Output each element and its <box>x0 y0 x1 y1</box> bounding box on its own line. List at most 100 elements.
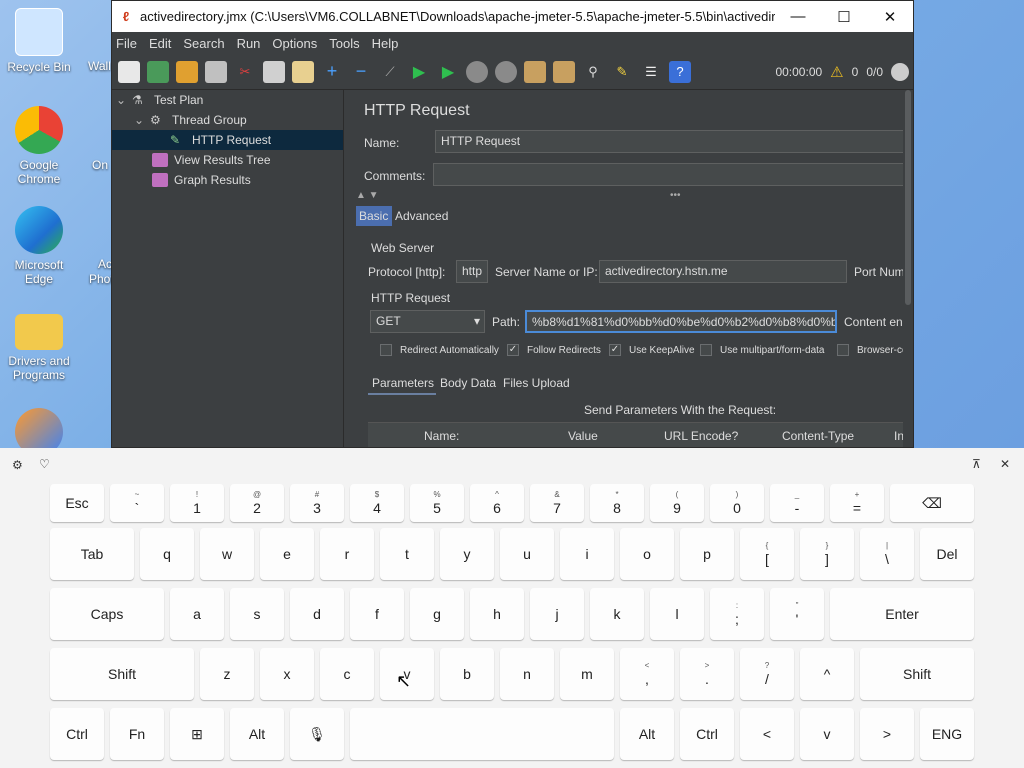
close-button[interactable]: ✕ <box>867 8 913 26</box>
shutdown-icon[interactable] <box>495 60 517 83</box>
key-t[interactable]: t <box>380 528 434 580</box>
key-space[interactable] <box>350 708 614 760</box>
key-c[interactable]: c <box>320 648 374 700</box>
protocol-field[interactable]: http <box>456 260 488 283</box>
key-symbol[interactable]: >. <box>680 648 734 700</box>
key-s[interactable]: s <box>230 588 284 640</box>
reset-search-icon[interactable]: ✎ <box>611 61 633 83</box>
tree-item-thread-group[interactable]: ⌄ ⚙ Thread Group <box>112 110 343 130</box>
key-g[interactable]: g <box>410 588 464 640</box>
clear-all-icon[interactable] <box>553 60 575 83</box>
collapse-icon[interactable]: − <box>350 61 372 83</box>
comments-field[interactable] <box>433 163 904 186</box>
templates-icon[interactable] <box>147 60 169 83</box>
clear-icon[interactable] <box>524 60 546 83</box>
key-symbol[interactable]: <, <box>620 648 674 700</box>
paste-icon[interactable] <box>292 60 314 83</box>
key-x[interactable]: x <box>260 648 314 700</box>
key-z[interactable]: z <box>200 648 254 700</box>
menu-search[interactable]: Search <box>183 36 224 51</box>
desktop-icon-chrome[interactable]: Google Chrome <box>0 106 78 186</box>
key-symbol[interactable]: | \ <box>860 528 914 580</box>
key-w[interactable]: w <box>200 528 254 580</box>
drag-handle-icon[interactable]: ••• <box>670 190 681 201</box>
open-icon[interactable] <box>176 60 198 83</box>
menu-file[interactable]: File <box>116 36 137 51</box>
collapse-arrows-icon[interactable]: ▲ ▼ <box>356 190 379 201</box>
key-4[interactable]: $4 <box>350 484 404 522</box>
toggle-icon[interactable]: ⟋ <box>379 61 401 83</box>
key-symbol[interactable]: 🎙 <box>290 708 344 760</box>
function-helper-icon[interactable]: ☰ <box>640 61 662 83</box>
stop-icon[interactable] <box>466 60 488 83</box>
server-field[interactable]: activedirectory.hstn.me <box>599 260 847 283</box>
key-fn[interactable]: Fn <box>110 708 164 760</box>
copy-icon[interactable] <box>263 60 285 83</box>
key-j[interactable]: j <box>530 588 584 640</box>
key-alt[interactable]: Alt <box>230 708 284 760</box>
key-8[interactable]: * 8 <box>590 484 644 522</box>
column-header[interactable]: Value <box>568 429 598 443</box>
tab-files-upload[interactable]: Files Upload <box>503 376 570 390</box>
warning-icon[interactable]: ⚠ <box>830 63 843 81</box>
key-symbol[interactable]: ~ ` <box>110 484 164 522</box>
key-o[interactable]: o <box>620 528 674 580</box>
key-2[interactable]: @2 <box>230 484 284 522</box>
menu-tools[interactable]: Tools <box>329 36 359 51</box>
expand-icon[interactable]: + <box>321 61 343 83</box>
key-symbol[interactable]: ⌫ <box>890 484 974 522</box>
key-symbol[interactable]: _ - <box>770 484 824 522</box>
key-symbol[interactable]: }] <box>800 528 854 580</box>
chevron-down-icon[interactable]: ⌄ <box>116 93 132 107</box>
use-multipart-checkbox[interactable]: Use multipart/form-data <box>700 344 824 356</box>
key-h[interactable]: h <box>470 588 524 640</box>
key-y[interactable]: y <box>440 528 494 580</box>
key-alt[interactable]: Alt <box>620 708 674 760</box>
key-symbol[interactable]: :; <box>710 588 764 640</box>
key-ctrl[interactable]: Ctrl <box>50 708 104 760</box>
key-r[interactable]: r <box>320 528 374 580</box>
key-9[interactable]: (9 <box>650 484 704 522</box>
tree-item-graph-results[interactable]: Graph Results <box>112 170 343 190</box>
key-symbol[interactable]: {[ <box>740 528 794 580</box>
key-symbol[interactable]: " ' <box>770 588 824 640</box>
method-select[interactable]: GET ▾ <box>370 310 485 333</box>
remote-icon[interactable] <box>891 62 909 81</box>
close-icon[interactable]: ✕ <box>1000 457 1010 471</box>
key-symbol[interactable]: > <box>860 708 914 760</box>
key-6[interactable]: ^ 6 <box>470 484 524 522</box>
follow-redirects-checkbox[interactable]: ✓ Follow Redirects <box>507 344 601 356</box>
key-b[interactable]: b <box>440 648 494 700</box>
scrollbar-thumb[interactable] <box>905 90 911 305</box>
key-q[interactable]: q <box>140 528 194 580</box>
chevron-down-icon[interactable]: ⌄ <box>134 113 150 127</box>
key-symbol[interactable]: ^ <box>800 648 854 700</box>
name-field[interactable]: HTTP Request <box>435 130 904 153</box>
tree-item-http-request[interactable]: ✎ HTTP Request <box>112 130 343 150</box>
key-l[interactable]: l <box>650 588 704 640</box>
emoji-icon[interactable]: ♡ <box>39 457 50 471</box>
use-keepalive-checkbox[interactable]: ✓ Use KeepAlive <box>609 344 695 356</box>
key-symbol[interactable]: ? / <box>740 648 794 700</box>
path-field[interactable]: %b8%d1%81%d0%bb%d0%be%d0%b2%d0%b8%d0%b5/ <box>525 310 837 333</box>
tab-body-data[interactable]: Body Data <box>440 376 496 390</box>
new-icon[interactable] <box>118 60 140 83</box>
key-shift[interactable]: Shift <box>860 648 974 700</box>
tree-item-test-plan[interactable]: ⌄ ⚗ Test Plan <box>112 90 343 110</box>
key-m[interactable]: m <box>560 648 614 700</box>
desktop-icon-recycle-bin[interactable]: Recycle Bin <box>0 8 78 74</box>
key-caps[interactable]: Caps <box>50 588 164 640</box>
maximize-button[interactable]: ☐ <box>821 8 867 26</box>
key-symbol[interactable]: < <box>740 708 794 760</box>
search-icon[interactable]: ⚲ <box>582 61 604 83</box>
minimize-button[interactable]: — <box>775 8 821 25</box>
dock-icon[interactable]: ⊼ <box>972 457 981 471</box>
column-header[interactable]: URL Encode? <box>664 429 738 443</box>
key-n[interactable]: n <box>500 648 554 700</box>
key-v[interactable]: v <box>800 708 854 760</box>
help-icon[interactable]: ? <box>669 60 691 83</box>
key-symbol[interactable]: ⊞ <box>170 708 224 760</box>
key-d[interactable]: d <box>290 588 344 640</box>
save-icon[interactable] <box>205 60 227 83</box>
key-f[interactable]: f <box>350 588 404 640</box>
